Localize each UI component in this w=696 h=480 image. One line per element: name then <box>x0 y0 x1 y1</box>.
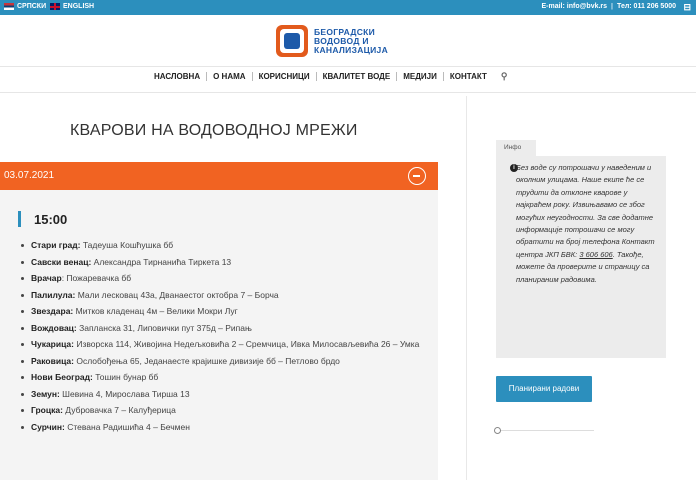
slider-track <box>498 430 594 431</box>
area-name: Савски венац: <box>31 256 92 267</box>
page-title: КВАРОВИ НА ВОДОВОДНОЈ МРЕЖИ <box>70 122 358 139</box>
time-accent-bar <box>18 211 21 227</box>
area-streets: Александра Тирнанића Тиркета 13 <box>91 256 232 267</box>
area-name: Вождовац: <box>31 322 77 333</box>
area-name: Стари град: <box>31 240 81 250</box>
outage-date: 03.07.2021 <box>4 170 55 181</box>
info-text-main: Без воде су потрошачи у наведеним и окол… <box>516 163 655 259</box>
nav-home[interactable]: НАСЛОВНА <box>148 72 206 81</box>
area-streets: Тошин бунар бб <box>92 372 159 382</box>
bvk-logo-icon <box>276 25 308 57</box>
lang-serbian-label: СРПСКИ <box>17 3 47 10</box>
area-name: Раковица: <box>31 355 74 366</box>
lang-english-link[interactable]: ENGLISH <box>50 3 94 10</box>
area-name: Нови Београд: <box>31 372 93 382</box>
top-phone[interactable]: Тел: 011 206 5000 <box>617 3 676 10</box>
info-phone-link[interactable]: 3 606 606 <box>579 250 612 259</box>
nav-contact[interactable]: КОНТАКТ <box>444 72 493 81</box>
main-nav: НАСЛОВНА О НАМА КОРИСНИЦИ КВАЛИТЕТ ВОДЕ … <box>148 71 507 82</box>
area-name: Чукарица: <box>31 339 74 349</box>
planned-works-button[interactable]: Планирани радови <box>496 376 592 402</box>
lang-english-label: ENGLISH <box>63 3 95 10</box>
area-name: Гроцка: <box>31 405 63 415</box>
area-streets: Мали лесковац 43а, Дванаестог октобра 7 … <box>75 289 279 300</box>
nav-top-divider <box>0 66 696 67</box>
uk-flag-icon <box>50 3 60 10</box>
list-item: Нови Београд: Тошин бунар бб <box>20 372 430 383</box>
logo-text: БЕОГРАДСКИ ВОДОВОД И КАНАЛИЗАЦИЈА <box>314 27 389 55</box>
list-item: Сурчин: Стевана Радишића 4 – Бечмен <box>20 422 430 433</box>
list-item: Стари град: Тадеуша Кошћушка бб <box>20 240 430 251</box>
area-streets: Митков кладенац 4м – Велики Мокри Луг <box>73 306 238 316</box>
list-item: Звездара: Митков кладенац 4м – Велики Мо… <box>20 306 430 317</box>
top-separator: | <box>611 3 614 10</box>
list-item: Земун: Шевина 4, Мирослава Тирша 13 <box>20 389 430 400</box>
share-icon[interactable]: ⊟ <box>683 2 691 13</box>
list-item: Палилула: Мали лесковац 43а, Дванаестог … <box>20 290 430 301</box>
top-bar: СРПСКИ ENGLISH E-mail: info@bvk.rs | Тел… <box>0 0 696 15</box>
list-item: Савски венац: Александра Тирнанића Тирке… <box>20 257 430 268</box>
outage-list: Стари град: Тадеуша Кошћушка бб Савски в… <box>20 240 430 438</box>
lang-serbian-link[interactable]: СРПСКИ <box>4 3 46 10</box>
sidebar-divider <box>466 96 467 480</box>
area-name: Сурчин: <box>31 421 65 432</box>
area-streets: Ослобођења 65, Једанаесте крајишке дивиз… <box>73 355 340 366</box>
top-email[interactable]: E-mail: info@bvk.rs <box>541 3 607 10</box>
info-text: Без воде су потрошачи у наведеним и окол… <box>516 162 656 286</box>
nav-media[interactable]: МЕДИЈИ <box>397 72 443 81</box>
nav-users[interactable]: КОРИСНИЦИ <box>253 72 316 81</box>
list-item: Раковица: Ослобођења 65, Једанаесте крај… <box>20 356 430 367</box>
area-streets: Дубровачка 7 – Калуђерица <box>62 405 176 415</box>
nav-water-quality[interactable]: КВАЛИТЕТ ВОДЕ <box>317 72 397 81</box>
area-streets: Шевина 4, Мирослава Тирша 13 <box>59 388 190 399</box>
date-accordion-header[interactable]: 03.07.2021 <box>0 162 438 190</box>
nav-bottom-divider <box>0 92 696 93</box>
search-icon[interactable]: ⚲ <box>501 71 508 82</box>
collapse-icon[interactable] <box>408 167 426 185</box>
area-streets: : Пожаревачка бб <box>61 273 132 283</box>
area-name: Врачар <box>31 273 62 283</box>
nav-about[interactable]: О НАМА <box>207 72 251 81</box>
area-streets: Изворска 114, Живојина Недељковића 2 – С… <box>74 339 420 349</box>
site-logo[interactable]: БЕОГРАДСКИ ВОДОВОД И КАНАЛИЗАЦИЈА <box>276 24 388 58</box>
serbian-flag-icon <box>4 3 14 10</box>
top-contact: E-mail: info@bvk.rs | Тел: 011 206 5000 <box>541 3 676 10</box>
area-streets: Запланска 31, Липовички пут 375д – Рипањ <box>76 322 252 333</box>
list-item: Гроцка: Дубровачка 7 – Калуђерица <box>20 405 430 416</box>
area-streets: Стевана Радишића 4 – Бечмен <box>64 421 190 432</box>
slider-dot-icon[interactable] <box>494 427 501 434</box>
logo-line-3: КАНАЛИЗАЦИЈА <box>314 44 389 55</box>
area-streets: Тадеуша Кошћушка бб <box>80 240 174 250</box>
info-tab[interactable]: Инфо <box>496 140 536 156</box>
list-item: Чукарица: Изворска 114, Живојина Недељко… <box>20 339 430 350</box>
list-item: Врачар: Пожаревачка бб <box>20 273 430 284</box>
outage-time: 15:00 <box>34 212 68 227</box>
area-name: Звездара: <box>31 306 74 316</box>
list-item: Вождовац: Запланска 31, Липовички пут 37… <box>20 323 430 334</box>
area-name: Земун: <box>31 388 60 399</box>
area-name: Палилула: <box>31 289 76 300</box>
